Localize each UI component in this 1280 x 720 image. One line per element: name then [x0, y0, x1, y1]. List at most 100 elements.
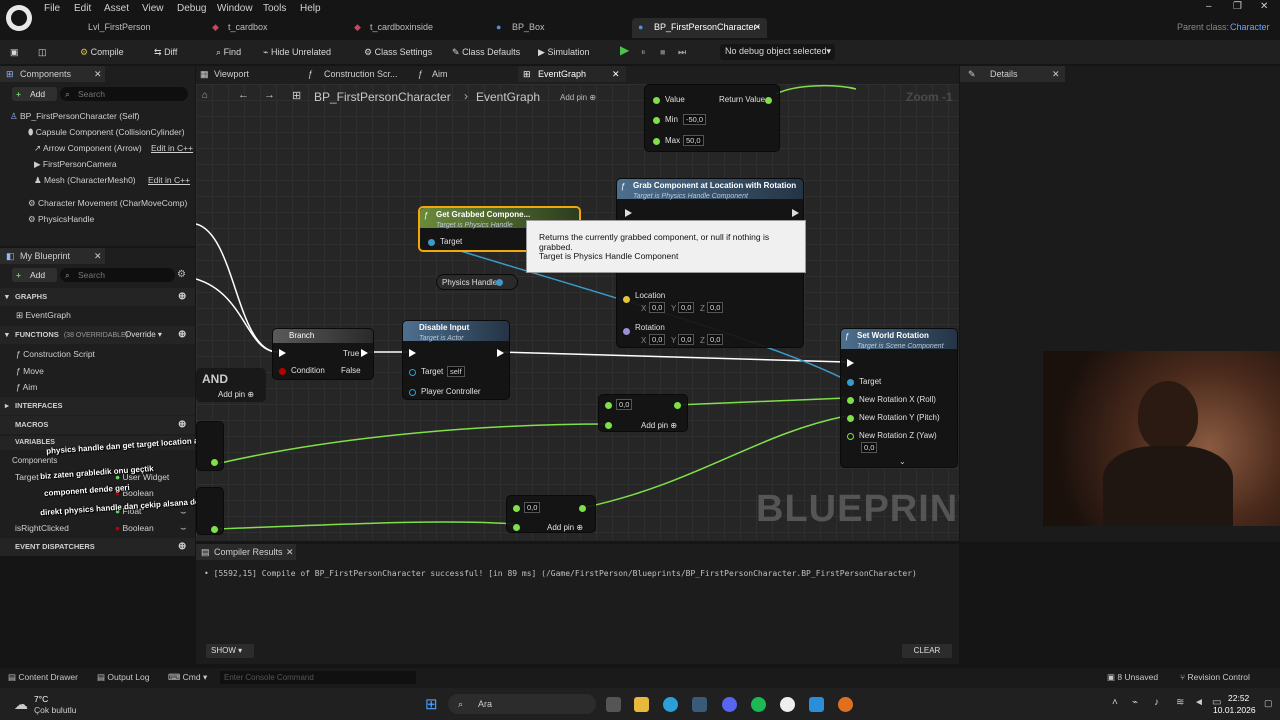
- condition-pin[interactable]: [279, 368, 286, 375]
- menu-asset[interactable]: Asset: [104, 3, 129, 14]
- bookmark-icon[interactable]: ⌂: [202, 90, 208, 101]
- function-construction-script[interactable]: ƒ Construction Script: [16, 349, 95, 359]
- tab-viewport[interactable]: ▦ Viewport: [196, 66, 296, 82]
- node-variable-partial[interactable]: [196, 487, 224, 535]
- tab-t-cardboxinside[interactable]: ◆ t_cardboxinside: [340, 18, 480, 38]
- add-member-button[interactable]: + Add: [12, 268, 57, 282]
- unsaved-button[interactable]: ▣ 8 Unsaved: [1107, 672, 1158, 683]
- section-interfaces[interactable]: ▸ INTERFACES: [0, 397, 195, 415]
- maximize-icon[interactable]: ❐: [1233, 1, 1242, 12]
- menu-file[interactable]: File: [44, 3, 60, 14]
- node-and[interactable]: AND Add pin ⊕: [196, 368, 266, 402]
- tab-compiler-results[interactable]: ▤ Compiler Results ✕: [196, 544, 296, 560]
- node-add-float[interactable]: 0,0 Add pin ⊕: [598, 394, 688, 432]
- blueprint-search-input[interactable]: ⌕ Search: [60, 268, 175, 282]
- max-pin[interactable]: [653, 138, 660, 145]
- exec-in-pin[interactable]: [847, 359, 854, 367]
- value-input[interactable]: 0,0: [616, 399, 633, 410]
- node-physics-handle-getter[interactable]: Physics Handle: [436, 274, 518, 290]
- roll-pin[interactable]: [847, 397, 854, 404]
- blender-icon[interactable]: [838, 697, 853, 712]
- component-self[interactable]: ♙ BP_FirstPersonCharacter (Self): [10, 111, 140, 122]
- tab-components[interactable]: ⊞ Components ✕: [0, 66, 105, 82]
- forward-arrow-icon[interactable]: →: [264, 89, 275, 101]
- min-pin[interactable]: [653, 117, 660, 124]
- content-drawer-button[interactable]: ▤ Content Drawer: [8, 672, 78, 683]
- location-z-input[interactable]: 0,0: [707, 302, 724, 313]
- visibility-icon[interactable]: ⌣: [180, 523, 187, 534]
- yaw-pin[interactable]: [847, 433, 854, 440]
- section-functions[interactable]: ▾ FUNCTIONS (38 OVERRIDABLE) Override ▾ …: [0, 326, 195, 344]
- value-pin[interactable]: [653, 97, 660, 104]
- microphone-icon[interactable]: ♪: [1154, 697, 1159, 708]
- output-pin[interactable]: [496, 279, 503, 286]
- graph-eventgraph[interactable]: ⊞ EventGraph: [16, 310, 71, 321]
- class-defaults-button[interactable]: ✎ Class Defaults: [452, 45, 520, 59]
- gear-icon[interactable]: ⚙: [177, 269, 186, 280]
- simulation-button[interactable]: ▶ Simulation: [538, 45, 589, 59]
- tab-aim[interactable]: ƒ Aim: [414, 66, 474, 82]
- variable-components-category[interactable]: Components: [12, 456, 57, 465]
- taskbar-search[interactable]: ⌕ Ara: [448, 694, 596, 714]
- target-pin[interactable]: [847, 379, 854, 386]
- edit-in-cpp-link[interactable]: Edit in C++: [151, 143, 193, 153]
- close-icon[interactable]: ✕: [753, 18, 761, 36]
- rotation-z-input[interactable]: 0,0: [707, 334, 724, 345]
- vscode-icon[interactable]: [809, 697, 824, 712]
- edit-in-cpp-link[interactable]: Edit in C++: [148, 175, 190, 185]
- file-explorer-icon[interactable]: [634, 697, 649, 712]
- output-pin[interactable]: [211, 526, 218, 533]
- exec-true-pin[interactable]: [361, 349, 368, 357]
- add-pin-button[interactable]: Add pin ⊕: [547, 523, 583, 532]
- clock-time[interactable]: 22:52: [1228, 693, 1249, 703]
- target-pin[interactable]: [409, 369, 416, 376]
- menu-edit[interactable]: Edit: [74, 3, 91, 14]
- tab-my-blueprint[interactable]: ◧ My Blueprint ✕: [0, 248, 105, 264]
- component-physics-handle[interactable]: ⚙ PhysicsHandle: [28, 214, 94, 225]
- input-pin[interactable]: [605, 422, 612, 429]
- input-pin[interactable]: [605, 402, 612, 409]
- section-macros[interactable]: MACROS ⊕: [0, 416, 195, 434]
- component-mesh[interactable]: ♟ Mesh (CharacterMesh0): [34, 175, 136, 186]
- debug-object-select[interactable]: No debug object selected ▾: [720, 44, 835, 60]
- tab-construction-script[interactable]: ƒ Construction Scr...: [306, 66, 406, 82]
- tab-details[interactable]: ✎ Details ✕: [960, 66, 1065, 82]
- pitch-pin[interactable]: [847, 415, 854, 422]
- discord-icon[interactable]: [722, 697, 737, 712]
- exec-in-pin[interactable]: [625, 209, 632, 217]
- add-component-button[interactable]: + Add: [12, 87, 57, 101]
- rotation-x-input[interactable]: 0,0: [649, 334, 666, 345]
- output-pin[interactable]: [579, 505, 586, 512]
- close-icon[interactable]: ✕: [94, 66, 102, 82]
- tab-bp-firstpersoncharacter[interactable]: ● BP_FirstPersonCharacter• ✕: [632, 18, 767, 38]
- volume-icon[interactable]: ◄: [1194, 697, 1204, 708]
- show-button[interactable]: SHOW ▾: [206, 644, 254, 658]
- menu-tools[interactable]: Tools: [263, 3, 286, 14]
- spotify-icon[interactable]: [751, 697, 766, 712]
- node-variable-partial[interactable]: [196, 421, 224, 471]
- network-icon[interactable]: ⌁: [1132, 697, 1138, 708]
- unreal-engine-icon[interactable]: [780, 697, 795, 712]
- event-graph-canvas[interactable]: ⌂ ← → ⊞ BP_FirstPersonCharacter › EventG…: [196, 84, 959, 541]
- visibility-icon[interactable]: ⌣: [180, 507, 187, 518]
- parent-class-link[interactable]: Character: [1230, 22, 1270, 32]
- back-arrow-icon[interactable]: ←: [238, 89, 249, 101]
- hide-unrelated-button[interactable]: ⌁ Hide Unrelated: [263, 45, 331, 59]
- weather-widget[interactable]: ☁: [8, 694, 30, 714]
- console-command-input[interactable]: Enter Console Command: [220, 671, 416, 684]
- clear-button[interactable]: CLEAR: [902, 644, 952, 658]
- node-set-world-rotation[interactable]: Set World Rotation Target is Scene Compo…: [840, 328, 958, 468]
- target-pin[interactable]: [428, 239, 435, 246]
- add-pin-button[interactable]: Add pin ⊕: [641, 421, 677, 430]
- close-icon[interactable]: ✕: [94, 248, 102, 264]
- pause-icon[interactable]: ⏸: [641, 45, 646, 59]
- chevron-up-icon[interactable]: ˄: [1112, 697, 1118, 708]
- cmd-dropdown[interactable]: ⌨ Cmd ▾: [168, 672, 207, 683]
- location-y-input[interactable]: 0,0: [678, 302, 695, 313]
- variable-row[interactable]: Target: [15, 472, 39, 482]
- close-icon[interactable]: ✕: [1052, 66, 1060, 82]
- add-circle-icon[interactable]: ⊕: [178, 416, 186, 434]
- value-input[interactable]: 0,0: [524, 502, 541, 513]
- rotation-y-input[interactable]: 0,0: [678, 334, 695, 345]
- wifi-icon[interactable]: ≋: [1176, 697, 1184, 708]
